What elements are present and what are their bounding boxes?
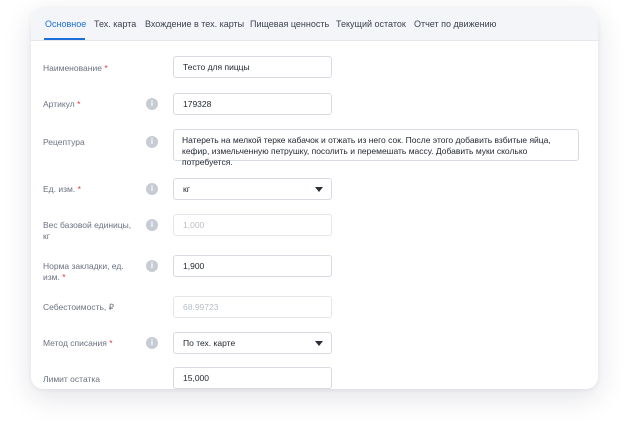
chevron-down-icon xyxy=(315,341,323,346)
stock-limit-label: Лимит остатка xyxy=(43,374,101,384)
portion-norm-input[interactable]: 1,900 xyxy=(173,255,332,277)
writeoff-method-label: Метод списания * xyxy=(43,338,113,348)
writeoff-method-select[interactable]: По тех. карте xyxy=(173,332,332,354)
writeoff-method-select-value: По тех. карте xyxy=(183,338,236,348)
active-tab-indicator xyxy=(44,38,85,40)
tab-main[interactable]: Основное xyxy=(45,19,86,29)
tab-current-stock[interactable]: Текущий остаток xyxy=(336,19,406,29)
chevron-down-icon xyxy=(315,187,323,192)
cost-label: Себестоимость, ₽ xyxy=(43,302,115,312)
sku-label: Артикул * xyxy=(43,99,81,109)
tab-tech-card-entries[interactable]: Вхождение в тех. карты xyxy=(145,19,244,29)
unit-label: Ед. изм. * xyxy=(43,184,81,194)
tab-movement-report[interactable]: Отчет по движению xyxy=(414,19,496,29)
tab-nutrition[interactable]: Пищевая ценность xyxy=(250,19,329,29)
tab-tech-card[interactable]: Тех. карта xyxy=(94,19,136,29)
unit-info-icon[interactable]: i xyxy=(146,183,158,195)
base-weight-info-icon[interactable]: i xyxy=(146,219,158,231)
base-weight-label: Вес базовой единицы, кг xyxy=(43,220,132,241)
product-card: Основное Тех. карта Вхождение в тех. кар… xyxy=(31,8,598,389)
writeoff-method-info-icon[interactable]: i xyxy=(146,337,158,349)
portion-norm-info-icon[interactable]: i xyxy=(146,260,158,272)
stock-limit-input[interactable]: 15,000 xyxy=(173,367,332,389)
recipe-info-icon[interactable]: i xyxy=(146,136,158,148)
name-input[interactable]: Тесто для пиццы xyxy=(173,56,332,78)
sku-info-icon[interactable]: i xyxy=(146,98,158,110)
cost-input: 68.99723 xyxy=(173,296,332,318)
unit-select[interactable]: кг xyxy=(173,178,332,200)
base-weight-input: 1,000 xyxy=(173,214,332,236)
recipe-label: Рецептура xyxy=(43,137,85,147)
name-label: Наименование * xyxy=(43,63,108,73)
recipe-textarea[interactable]: Натереть на мелкой терке кабачок и отжат… xyxy=(173,129,579,167)
tab-bar: Основное Тех. карта Вхождение в тех. кар… xyxy=(31,8,598,41)
portion-norm-label: Норма закладки, ед. изм. * xyxy=(43,261,124,282)
sku-input[interactable]: 179328 xyxy=(173,93,332,115)
unit-select-value: кг xyxy=(183,184,190,194)
